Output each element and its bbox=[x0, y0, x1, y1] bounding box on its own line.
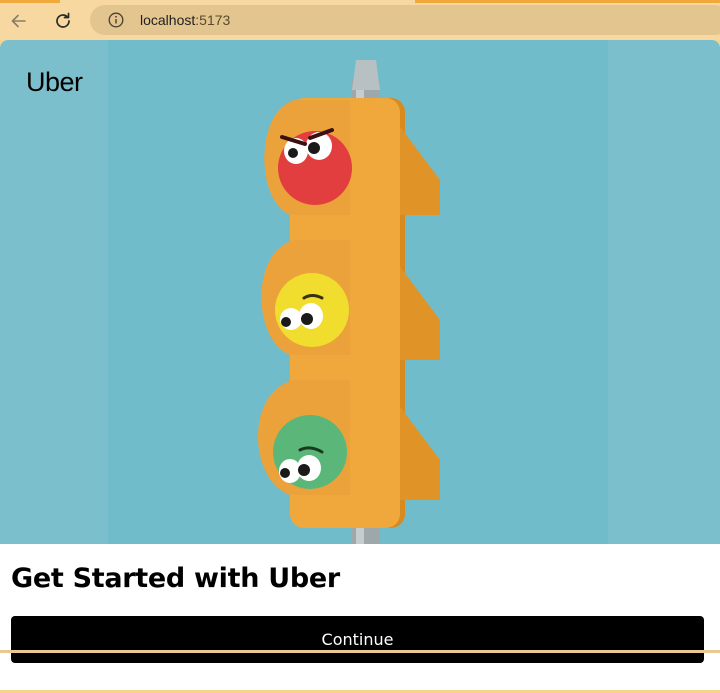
traffic-light-illustration bbox=[257, 60, 440, 544]
url-text: localhost:5173 bbox=[140, 12, 230, 28]
continue-button[interactable]: Continue bbox=[11, 616, 704, 663]
url-host: localhost bbox=[140, 12, 196, 28]
address-bar[interactable]: localhost:5173 bbox=[90, 5, 720, 35]
back-button[interactable] bbox=[6, 8, 32, 34]
arrow-left-icon bbox=[11, 14, 26, 28]
tab-strip-accent bbox=[0, 0, 60, 3]
hero-image: Uber bbox=[0, 40, 720, 544]
site-info-icon[interactable] bbox=[108, 12, 124, 28]
page-title: Get Started with Uber bbox=[11, 563, 340, 594]
uber-logo: Uber bbox=[26, 67, 83, 97]
reload-button[interactable] bbox=[50, 8, 76, 34]
browser-toolbar: localhost:5173 bbox=[0, 0, 720, 40]
reload-icon bbox=[56, 12, 70, 28]
url-port: :5173 bbox=[195, 12, 231, 28]
window-bottom-edge bbox=[0, 650, 720, 653]
tab-strip-accent bbox=[415, 0, 720, 3]
app-page: Uber Get Started with Uber Continue bbox=[0, 40, 720, 690]
